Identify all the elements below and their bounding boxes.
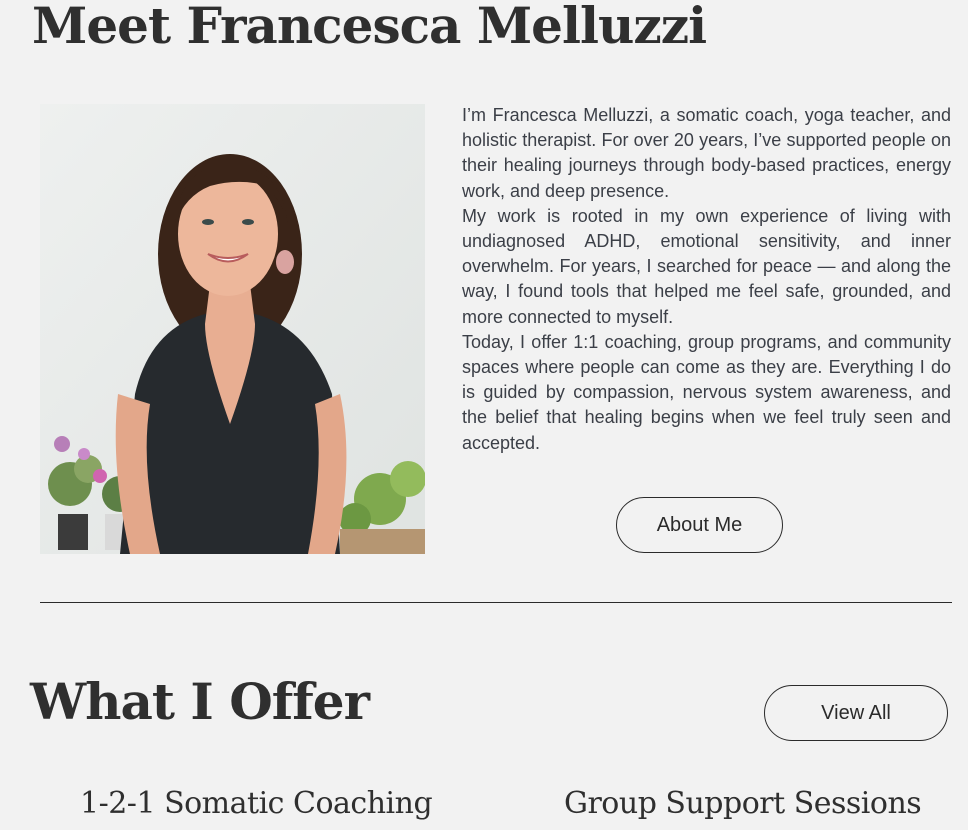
bio-text: I’m Francesca Melluzzi, a somatic coach,… bbox=[462, 103, 951, 456]
offer-heading: What I Offer bbox=[30, 672, 370, 731]
view-all-button[interactable]: View All bbox=[764, 685, 948, 741]
bio-paragraph: Today, I offer 1:1 coaching, group progr… bbox=[462, 331, 951, 453]
portrait-illustration bbox=[40, 104, 425, 554]
bio-paragraph: My work is rooted in my own experience o… bbox=[462, 205, 951, 327]
about-heading: Meet Francesca Melluzzi bbox=[32, 0, 707, 55]
section-divider bbox=[40, 602, 952, 603]
about-me-button[interactable]: About Me bbox=[616, 497, 783, 553]
profile-photo bbox=[40, 104, 425, 554]
offer-card-title[interactable]: 1-2-1 Somatic Coaching bbox=[80, 786, 433, 821]
offer-card-title[interactable]: Group Support Sessions bbox=[564, 786, 922, 821]
bio-paragraph: I’m Francesca Melluzzi, a somatic coach,… bbox=[462, 105, 951, 201]
